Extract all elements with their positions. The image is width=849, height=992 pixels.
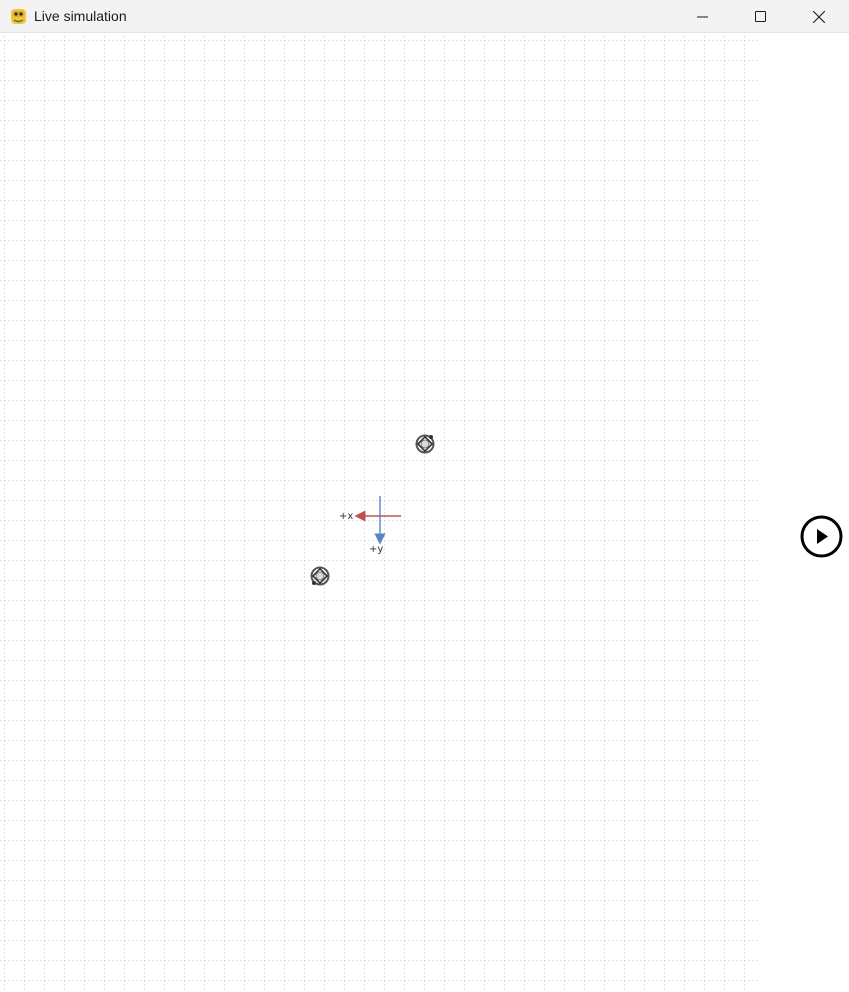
window-title: Live simulation [34,8,127,24]
maximize-icon [755,10,766,22]
maximize-button[interactable] [732,0,790,33]
simulation-grid: +x +y [0,34,758,992]
minimize-button[interactable] [674,0,732,33]
play-icon [800,515,843,558]
title-bar: Live simulation [0,0,849,33]
y-axis-label: +y [369,544,383,555]
simulation-canvas[interactable]: +x +y [0,34,758,992]
python-snake-icon [11,9,26,24]
robot-1-heading-marker [429,435,433,439]
play-button[interactable] [800,515,843,558]
x-axis-label: +x [339,511,353,522]
robot-2-heading-marker [312,581,316,585]
close-button[interactable] [790,0,848,33]
minimize-icon [697,16,708,17]
grid-lines [0,34,758,992]
close-icon [813,10,825,23]
